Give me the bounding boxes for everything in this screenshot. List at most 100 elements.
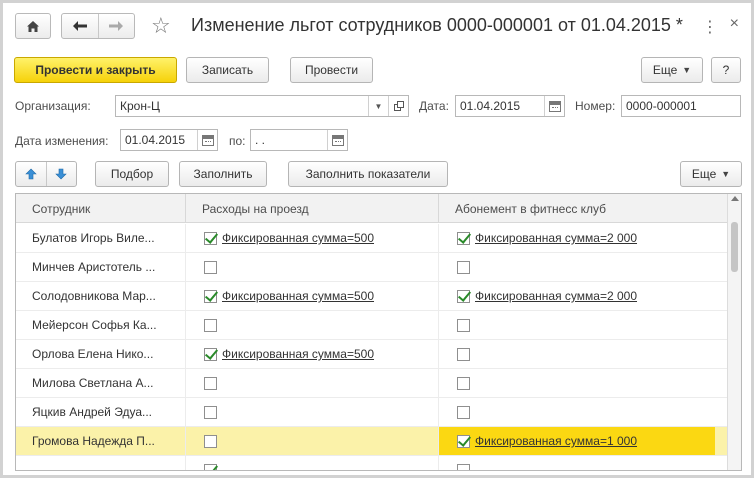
fitness-value-link[interactable]: Фиксированная сумма=2 000 (475, 289, 637, 303)
travel-cell[interactable] (186, 253, 439, 281)
fitness-value-link[interactable]: Фиксированная сумма=1 000 (475, 434, 637, 448)
employee-cell[interactable]: Орлова Елена Нико... (16, 340, 186, 368)
home-button[interactable] (15, 13, 51, 39)
to-date-field[interactable]: . . (250, 129, 348, 151)
travel-checkbox[interactable] (204, 405, 217, 419)
employee-cell[interactable]: Мейерсон Софья Ка... (16, 311, 186, 339)
change-date-label: Дата изменения: (15, 134, 109, 148)
more-button[interactable]: Еще ▼ (641, 57, 703, 83)
fitness-checkbox[interactable] (457, 318, 470, 332)
title-bar: ☆ Изменение льгот сотрудников 0000-00000… (13, 13, 741, 41)
table-row[interactable]: Мейерсон Софья Ка... (16, 311, 727, 340)
fitness-checkbox[interactable] (457, 260, 470, 274)
travel-cell[interactable] (186, 311, 439, 339)
fitness-value-link[interactable]: Фиксированная сумма=2 000 (475, 231, 637, 245)
post-and-close-button[interactable]: Провести и закрыть (14, 57, 177, 83)
number-label: Номер: (575, 99, 616, 113)
navigation-buttons (61, 13, 135, 39)
help-button[interactable]: ? (711, 57, 741, 83)
travel-checkbox[interactable] (204, 434, 217, 448)
employee-cell[interactable]: Минчев Аристотель ... (16, 253, 186, 281)
fitness-checkbox[interactable] (457, 405, 470, 419)
fitness-checkbox[interactable] (457, 347, 470, 361)
move-up-button[interactable] (16, 162, 46, 186)
table-row[interactable] (16, 456, 727, 470)
calendar-icon (201, 134, 214, 146)
fitness-checkbox[interactable] (457, 434, 470, 448)
more-menu-icon[interactable]: ⋮ (702, 17, 719, 37)
travel-value-link[interactable]: Фиксированная сумма=500 (222, 231, 374, 245)
save-button[interactable]: Записать (186, 57, 269, 83)
fitness-checkbox[interactable] (457, 289, 470, 303)
fitness-cell[interactable] (439, 398, 715, 426)
employee-cell[interactable]: Яцкив Андрей Эдуа... (16, 398, 186, 426)
table-row[interactable]: Солодовникова Мар... Фиксированная сумма=… (16, 282, 727, 311)
travel-checkbox[interactable] (204, 289, 217, 303)
forward-button[interactable] (99, 14, 135, 38)
travel-checkbox[interactable] (204, 318, 217, 332)
fitness-checkbox[interactable] (457, 463, 470, 470)
calendar-button[interactable] (327, 130, 347, 150)
travel-checkbox[interactable] (204, 376, 217, 390)
table-row[interactable]: Яцкив Андрей Эдуа... (16, 398, 727, 427)
arrow-right-icon (109, 21, 124, 31)
chevron-down-icon: ▼ (374, 101, 383, 111)
number-field[interactable]: 0000-000001 (621, 95, 741, 117)
travel-checkbox[interactable] (204, 347, 217, 361)
employee-cell[interactable]: Громова Надежда П... (16, 427, 186, 455)
travel-cell[interactable]: Фиксированная сумма=500 (186, 340, 439, 368)
back-button[interactable] (62, 14, 98, 38)
column-header-fitness[interactable]: Абонемент в фитнесс клуб (439, 194, 715, 222)
table-more-button[interactable]: Еще ▼ (680, 161, 742, 187)
column-header-travel[interactable]: Расходы на проезд (186, 194, 439, 222)
open-button[interactable] (388, 96, 408, 116)
fill-button[interactable]: Заполнить (179, 161, 267, 187)
travel-cell[interactable]: Фиксированная сумма=500 (186, 282, 439, 310)
table-row[interactable]: Громова Надежда П... Фиксированная сумма=… (16, 427, 727, 456)
travel-cell[interactable]: Фиксированная сумма=500 (186, 224, 439, 252)
table-row[interactable]: Милова Светлана А... (16, 369, 727, 398)
fitness-checkbox[interactable] (457, 231, 470, 245)
travel-value-link[interactable]: Фиксированная сумма=500 (222, 289, 374, 303)
fitness-cell[interactable] (439, 456, 715, 470)
favorite-star-icon[interactable]: ☆ (151, 13, 171, 39)
table-row[interactable]: Булатов Игорь Виле... Фиксированная сумма… (16, 224, 727, 253)
travel-checkbox[interactable] (204, 463, 217, 470)
dropdown-button[interactable]: ▼ (368, 96, 388, 116)
date-field[interactable]: 01.04.2015 (455, 95, 565, 117)
post-button[interactable]: Провести (290, 57, 373, 83)
fitness-cell[interactable] (439, 311, 715, 339)
travel-cell[interactable] (186, 398, 439, 426)
employee-cell[interactable]: Солодовникова Мар... (16, 282, 186, 310)
travel-value-link[interactable]: Фиксированная сумма=500 (222, 347, 374, 361)
close-icon[interactable]: × (730, 15, 739, 33)
fitness-cell[interactable] (439, 253, 715, 281)
scroll-thumb[interactable] (731, 222, 738, 272)
employee-cell[interactable]: Милова Светлана А... (16, 369, 186, 397)
travel-cell[interactable] (186, 427, 439, 455)
scroll-up-icon[interactable] (731, 196, 739, 201)
fitness-checkbox[interactable] (457, 376, 470, 390)
employee-cell[interactable]: Булатов Игорь Виле... (16, 224, 186, 252)
change-date-field[interactable]: 01.04.2015 (120, 129, 218, 151)
move-down-button[interactable] (47, 162, 77, 186)
organization-field[interactable]: Крон-Ц ▼ (115, 95, 409, 117)
fitness-cell[interactable] (439, 340, 715, 368)
fitness-cell[interactable]: Фиксированная сумма=2 000 (439, 282, 715, 310)
travel-cell[interactable] (186, 456, 439, 470)
fitness-cell[interactable]: Фиксированная сумма=1 000 (439, 427, 715, 455)
column-header-employee[interactable]: Сотрудник (16, 194, 186, 222)
travel-checkbox[interactable] (204, 231, 217, 245)
calendar-button[interactable] (544, 96, 564, 116)
calendar-button[interactable] (197, 130, 217, 150)
table-row[interactable]: Минчев Аристотель ... (16, 253, 727, 282)
travel-checkbox[interactable] (204, 260, 217, 274)
employee-cell[interactable] (16, 456, 186, 470)
vertical-scrollbar[interactable] (727, 194, 741, 470)
fill-indicators-button[interactable]: Заполнить показатели (288, 161, 448, 187)
table-row[interactable]: Орлова Елена Нико... Фиксированная сумма=… (16, 340, 727, 369)
fitness-cell[interactable] (439, 369, 715, 397)
fitness-cell[interactable]: Фиксированная сумма=2 000 (439, 224, 715, 252)
travel-cell[interactable] (186, 369, 439, 397)
select-button[interactable]: Подбор (95, 161, 169, 187)
